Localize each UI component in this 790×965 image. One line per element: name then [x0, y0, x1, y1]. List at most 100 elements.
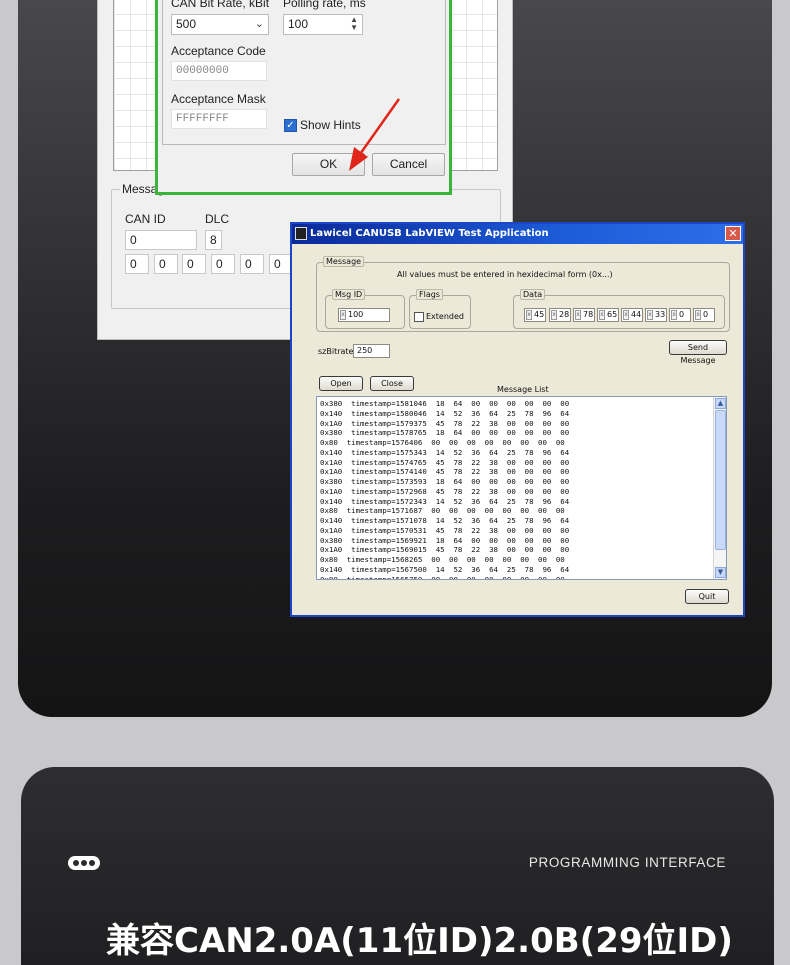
scroll-up-icon[interactable]: ▲ — [715, 398, 726, 409]
hex-radix-icon: x — [623, 310, 629, 320]
close-button[interactable]: Close — [370, 376, 414, 391]
polling-rate-spinner[interactable]: 100 ▲ ▼ — [283, 14, 363, 35]
hex-radix-icon: x — [526, 310, 532, 320]
data-byte-input[interactable]: x0 — [693, 308, 715, 322]
labview-app-icon — [295, 227, 307, 240]
feature-card: PROGRAMMING INTERFACE 兼容CAN2.0A(11位ID)2.… — [21, 767, 774, 965]
dot — [89, 860, 95, 866]
flags-group: Flags Extended — [409, 289, 471, 329]
list-item[interactable]: 0x80 timestamp=1571687 00 00 00 00 00 00… — [320, 506, 569, 516]
message-group-title: Message — [323, 256, 365, 267]
msg-id-value: 100 — [348, 310, 364, 319]
scroll-thumb[interactable] — [715, 410, 726, 550]
list-item[interactable]: 0x1A0 timestamp=1579375 45 78 22 38 00 0… — [320, 419, 569, 429]
list-item[interactable]: 0x380 timestamp=1581046 18 64 00 00 00 0… — [320, 399, 569, 409]
list-item[interactable]: 0x380 timestamp=1573593 18 64 00 00 00 0… — [320, 477, 569, 487]
can-bitrate-label: CAN Bit Rate, kBit — [171, 0, 270, 10]
data-byte-input[interactable]: x 78 — [573, 308, 595, 322]
list-item[interactable]: 0x1A0 timestamp=1574140 45 78 22 38 00 0… — [320, 467, 569, 477]
can-bitrate-value: 500 — [176, 17, 197, 31]
list-item[interactable]: 0x80 timestamp=1568265 00 00 00 00 00 00… — [320, 555, 569, 565]
acceptance-mask-input[interactable]: FFFFFFFF — [171, 109, 267, 129]
hex-radix-icon: x — [551, 310, 557, 320]
list-item[interactable]: 0x1A0 timestamp=1570531 45 78 22 38 00 0… — [320, 526, 569, 536]
chevron-down-icon: ⌄ — [254, 18, 264, 30]
list-item[interactable]: 0x140 timestamp=1571078 14 52 36 64 25 7… — [320, 516, 569, 526]
data-byte-value: 44 — [631, 310, 642, 319]
data-byte-input[interactable]: 0 — [240, 254, 264, 274]
list-item[interactable]: 0x80 timestamp=1576406 00 00 00 00 00 00… — [320, 438, 569, 448]
data-group: Data x 45 x 28 x 78 x 65 x 44 x 33 x0 x0 — [513, 289, 725, 329]
extended-label: Extended — [426, 312, 464, 321]
quit-button[interactable]: Quit — [685, 589, 729, 604]
msg-id-label: Msg ID — [332, 289, 366, 300]
list-item[interactable]: 0x80 timestamp=1565750 00 00 00 00 00 00… — [320, 575, 569, 580]
checkbox-checked-icon[interactable]: ✓ — [284, 119, 297, 132]
send-message-button[interactable]: Send Message — [669, 340, 727, 365]
message-rows: 0x380 timestamp=1581046 18 64 00 00 00 0… — [320, 399, 569, 580]
window-titlebar: Lawicel CANUSB LabVIEW Test Application … — [292, 224, 743, 244]
list-item[interactable]: 0x1A0 timestamp=1569015 45 78 22 38 00 0… — [320, 545, 569, 555]
acceptance-code-label: Acceptance Code — [171, 44, 266, 58]
hex-hint-text: All values must be entered in hexidecima… — [397, 270, 613, 279]
list-item[interactable]: 0x140 timestamp=1575343 14 52 36 64 25 7… — [320, 448, 569, 458]
acceptance-mask-label: Acceptance Mask — [171, 92, 266, 106]
message-list[interactable]: 0x380 timestamp=1581046 18 64 00 00 00 0… — [316, 396, 727, 580]
polling-rate-label: Polling rate, ms — [283, 0, 366, 10]
spinner-arrows-icon[interactable]: ▲ ▼ — [350, 16, 358, 32]
data-byte-value: 45 — [534, 310, 545, 319]
hex-radix-icon: x — [340, 310, 346, 320]
dot — [81, 860, 87, 866]
data-byte-input[interactable]: x0 — [669, 308, 691, 322]
data-byte-input[interactable]: 0 — [125, 254, 149, 274]
hex-radix-icon: x — [695, 310, 701, 320]
data-byte-input[interactable]: 0 — [182, 254, 206, 274]
list-item[interactable]: 0x380 timestamp=1578765 18 64 00 00 00 0… — [320, 428, 569, 438]
data-byte-value: 65 — [607, 310, 618, 319]
section-label: PROGRAMMING INTERFACE — [528, 855, 726, 870]
data-byte-value: 28 — [559, 310, 570, 319]
list-item[interactable]: 0x1A0 timestamp=1574765 45 78 22 38 00 0… — [320, 458, 569, 468]
extended-checkbox[interactable] — [414, 312, 424, 322]
msg-id-input[interactable]: x 100 — [338, 308, 390, 322]
close-icon[interactable]: ✕ — [725, 226, 741, 241]
data-byte-input[interactable]: x 45 — [524, 308, 546, 322]
msg-id-group: Msg ID x 100 — [325, 289, 405, 329]
list-item[interactable]: 0x140 timestamp=1572343 14 52 36 64 25 7… — [320, 497, 569, 507]
hex-radix-icon: x — [671, 310, 677, 320]
polling-rate-value: 100 — [288, 17, 309, 31]
list-item[interactable]: 0x140 timestamp=1580046 14 52 36 64 25 7… — [320, 409, 569, 419]
red-pointer-arrow — [349, 98, 401, 171]
szbitrate-input[interactable]: 250 — [353, 344, 390, 358]
hex-radix-icon: x — [599, 310, 605, 320]
data-byte-input[interactable]: x 65 — [597, 308, 619, 322]
window-title: Lawicel CANUSB LabVIEW Test Application — [310, 228, 549, 239]
dlc-label: DLC — [205, 212, 230, 226]
open-button[interactable]: Open — [319, 376, 363, 391]
data-label: Data — [520, 289, 546, 300]
data-byte-value: 0 — [703, 310, 709, 319]
flags-label: Flags — [416, 289, 443, 300]
scroll-down-icon[interactable]: ▼ — [715, 567, 726, 578]
message-list-scrollbar[interactable]: ▲ ▼ — [713, 397, 726, 579]
can-config-dialog: CAN Bit Rate, kBit 500 ⌄ Polling rate, m… — [155, 0, 452, 195]
dlc-input[interactable]: 8 — [205, 230, 222, 250]
list-item[interactable]: 0x140 timestamp=1567500 14 52 36 64 25 7… — [320, 565, 569, 575]
data-byte-value: 33 — [655, 310, 666, 319]
message-group: Message All values must be entered in he… — [316, 256, 730, 332]
data-byte-input[interactable]: 0 — [154, 254, 178, 274]
data-byte-input[interactable]: x 33 — [645, 308, 667, 322]
data-byte-input[interactable]: x 44 — [621, 308, 643, 322]
dot — [73, 860, 79, 866]
data-byte-value: 78 — [583, 310, 594, 319]
page-headline: 兼容CAN2.0A(11位ID)2.0B(29位ID) — [106, 921, 733, 961]
hex-radix-icon: x — [647, 310, 653, 320]
can-bitrate-select[interactable]: 500 ⌄ — [171, 14, 269, 35]
list-item[interactable]: 0x380 timestamp=1569921 18 64 00 00 00 0… — [320, 536, 569, 546]
list-item[interactable]: 0x1A0 timestamp=1572968 45 78 22 38 00 0… — [320, 487, 569, 497]
can-id-label: CAN ID — [125, 212, 166, 226]
acceptance-code-input[interactable]: 00000000 — [171, 61, 267, 81]
data-byte-input[interactable]: x 28 — [549, 308, 571, 322]
data-byte-input[interactable]: 0 — [211, 254, 235, 274]
can-id-input[interactable]: 0 — [125, 230, 197, 250]
